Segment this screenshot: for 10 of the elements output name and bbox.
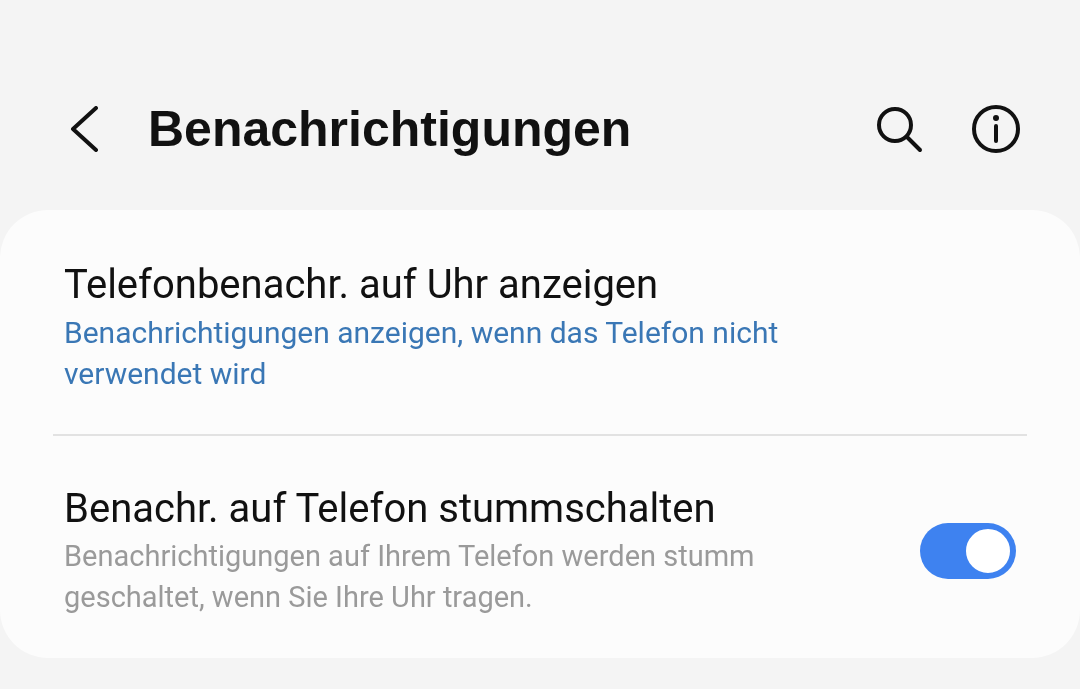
- search-button[interactable]: [874, 104, 924, 154]
- setting-summary: Benachrichtigungen anzeigen, wenn das Telefon nicht verwendet wird: [64, 314, 780, 393]
- setting-summary: Benachrichtigungen auf Ihrem Telefon werden stumm geschaltet, wenn Sie Ihre Uhr tragen.: [64, 538, 756, 616]
- setting-row[interactable]: Benachr. auf Telefon stummschalten Benachrichtigungen auf Ihrem Telefon werden stumm geschaltet, wenn Sie Ihre Uhr tragen.: [64, 436, 1016, 658]
- setting-row[interactable]: Telefonbenachr. auf Uhr anzeigen Benachrichtigungen anzeigen, wenn das Telefon nicht verwendet wird: [64, 210, 1016, 434]
- toggle-switch[interactable]: [920, 523, 1016, 579]
- setting-title: Telefonbenachr. auf Uhr anzeigen: [64, 260, 660, 310]
- setting-title: Benachr. auf Telefon stummschalten: [64, 484, 717, 534]
- info-button[interactable]: [970, 103, 1022, 155]
- screen-title: Benachrichtigungen: [148, 99, 633, 159]
